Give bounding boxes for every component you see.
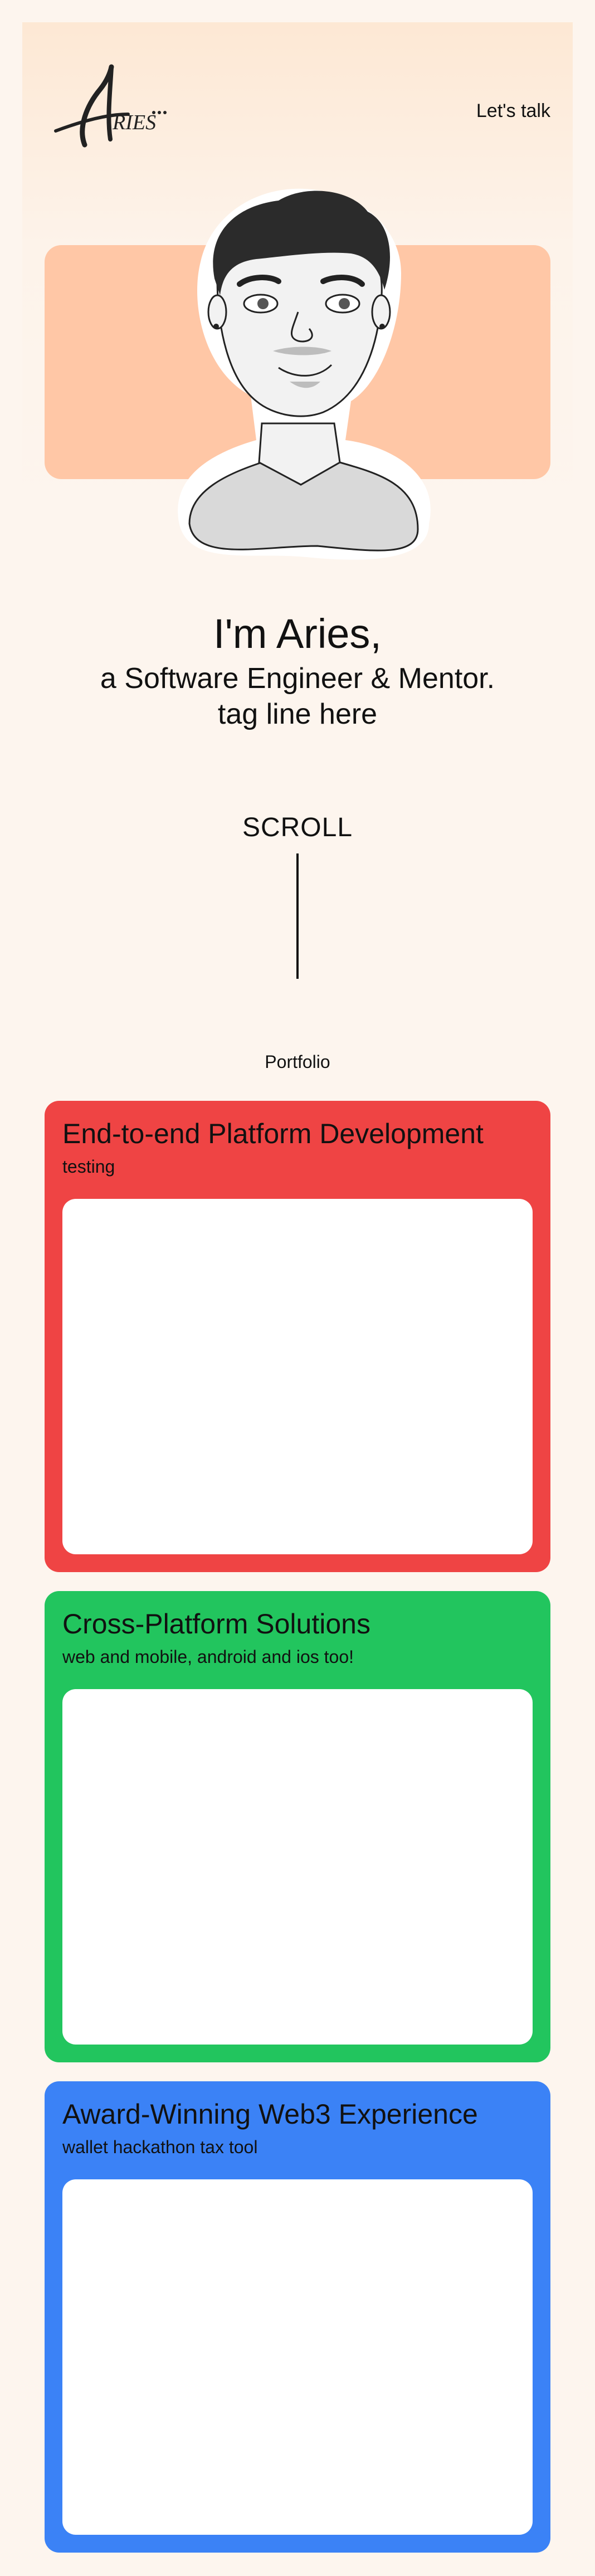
card-preview <box>62 1199 533 1554</box>
portfolio-card-platform[interactable]: End-to-end Platform Development testing <box>45 1101 550 1572</box>
card-title: End-to-end Platform Development <box>62 1118 484 1149</box>
scroll-label: SCROLL <box>242 813 353 842</box>
lets-talk-link[interactable]: Let's talk <box>476 100 550 122</box>
avatar-illustration <box>178 188 431 560</box>
card-preview <box>62 2179 533 2535</box>
greeting-heading: I'm Aries, <box>213 611 382 657</box>
card-title: Award-Winning Web3 Experience <box>62 2099 478 2130</box>
card-subtitle: testing <box>62 1157 115 1177</box>
portfolio-heading: Portfolio <box>265 1052 330 1072</box>
scroll-line <box>296 853 299 979</box>
card-subtitle: web and mobile, android and ios too! <box>62 1647 354 1667</box>
svg-text:RIES: RIES <box>112 111 156 134</box>
portfolio-card-cross-platform[interactable]: Cross-Platform Solutions web and mobile,… <box>45 1591 550 2062</box>
intro-block: I'm Aries, a Software Engineer & Mentor.… <box>22 610 573 732</box>
card-title: Cross-Platform Solutions <box>62 1608 370 1640</box>
role-text: a Software Engineer & Mentor. <box>100 662 495 695</box>
card-preview <box>62 1689 533 2045</box>
card-subtitle: wallet hackathon tax tool <box>62 2137 258 2157</box>
page-container: RIES Let's talk I'm Aries, a Software En… <box>22 22 573 2554</box>
tagline-text: tag line here <box>217 698 378 730</box>
portfolio-card-web3[interactable]: Award-Winning Web3 Experience wallet hac… <box>45 2081 550 2553</box>
aries-logo[interactable]: RIES <box>45 61 173 156</box>
